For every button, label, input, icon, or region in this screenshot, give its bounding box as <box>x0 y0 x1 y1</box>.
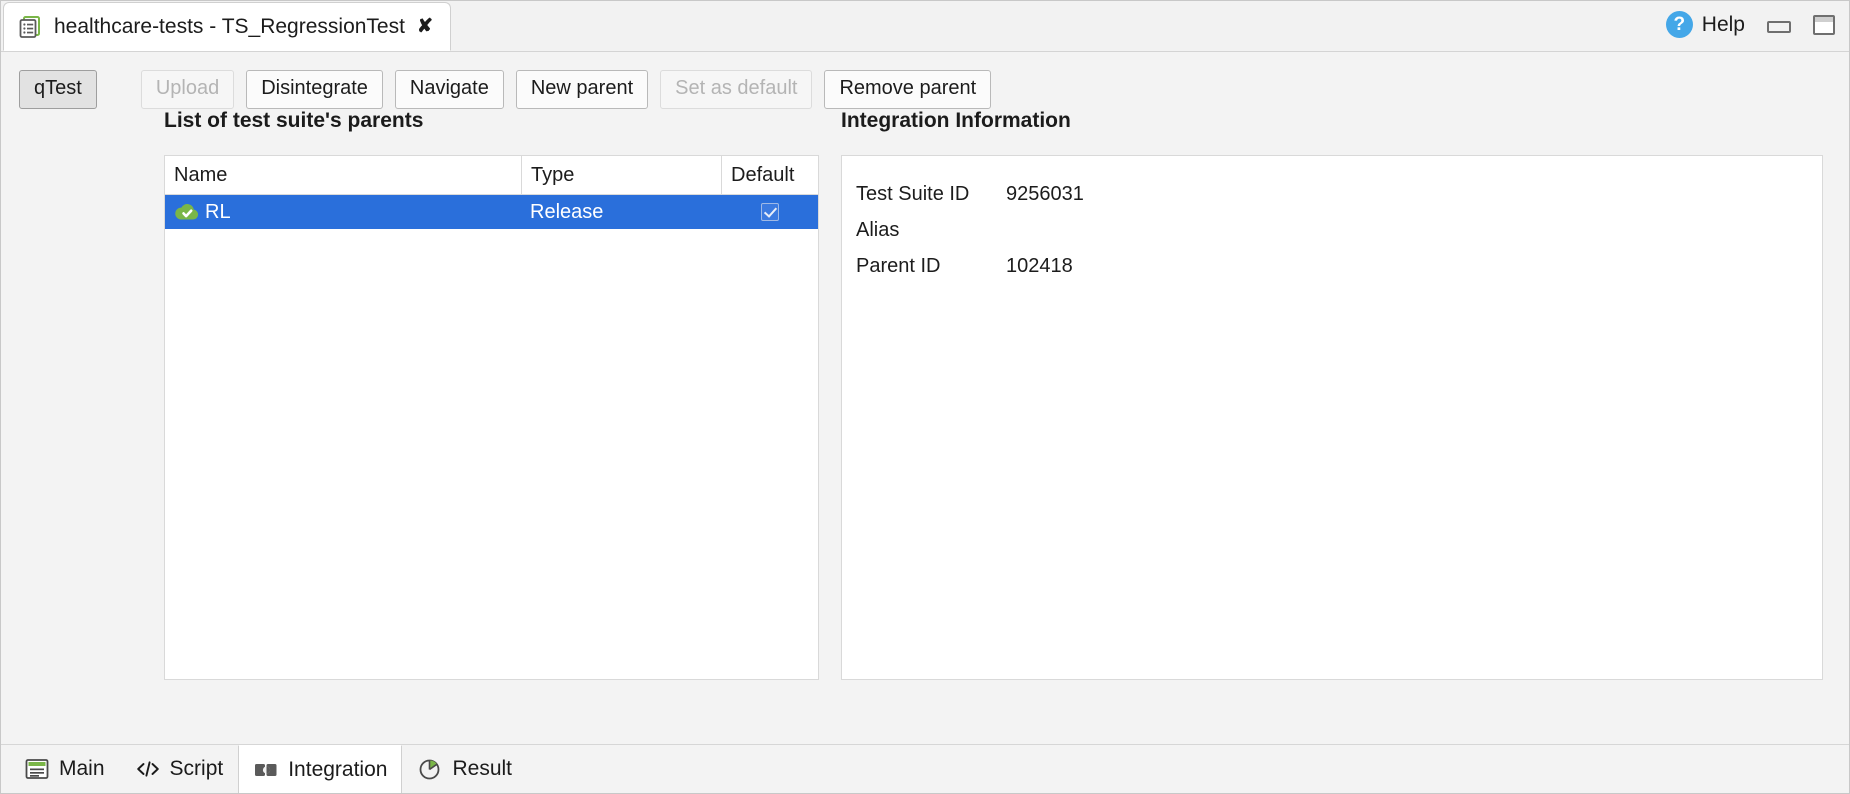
integration-info-panel: Test Suite ID 9256031 Alias Parent ID 10… <box>841 155 1823 680</box>
help-icon: ? <box>1666 11 1693 38</box>
document-tab-title: healthcare-tests - TS_RegressionTest <box>54 15 405 39</box>
remove-parent-button[interactable]: Remove parent <box>824 70 991 109</box>
cell-name-text: RL <box>205 201 231 224</box>
column-header-type[interactable]: Type <box>521 156 721 194</box>
maximize-icon <box>1813 15 1835 35</box>
cell-name: RL <box>165 195 521 229</box>
new-parent-button[interactable]: New parent <box>516 70 648 109</box>
info-label-alias: Alias <box>856 219 1006 242</box>
pie-chart-icon <box>417 757 443 781</box>
help-label: Help <box>1702 13 1745 37</box>
table-row[interactable]: RL Release <box>165 195 818 229</box>
window-controls: ? Help <box>1666 11 1835 38</box>
tab-script[interactable]: Script <box>120 745 239 793</box>
info-label-parent-id: Parent ID <box>856 255 1006 278</box>
info-value-parent-id: 102418 <box>1006 255 1073 278</box>
tab-main-label: Main <box>59 757 105 781</box>
bottom-tab-bar: Main Script Integration <box>1 744 1849 793</box>
minimize-button[interactable] <box>1767 17 1791 33</box>
tab-script-label: Script <box>170 757 224 781</box>
toolbar: qTest Upload Disintegrate Navigate New p… <box>1 52 1849 109</box>
title-bar: healthcare-tests - TS_RegressionTest ✘ ?… <box>1 1 1849 52</box>
tab-result-label: Result <box>452 757 512 781</box>
close-icon[interactable]: ✘ <box>417 17 432 36</box>
list-icon <box>24 757 50 781</box>
parents-section-title: List of test suite's parents <box>164 109 819 133</box>
puzzle-icon <box>253 758 279 782</box>
table-header-row: Name Type Default <box>165 156 818 195</box>
info-row-test-suite-id: Test Suite ID 9256031 <box>856 176 1822 212</box>
content-area: List of test suite's parents Name Type D… <box>1 109 1849 746</box>
test-suite-icon <box>18 15 42 39</box>
integration-section: Integration Information Test Suite ID 92… <box>841 109 1823 680</box>
parents-section: List of test suite's parents Name Type D… <box>164 109 819 680</box>
column-header-name[interactable]: Name <box>165 156 521 194</box>
parents-table: Name Type Default RL Release <box>164 155 819 680</box>
set-as-default-button: Set as default <box>660 70 812 109</box>
info-label-test-suite-id: Test Suite ID <box>856 183 1006 206</box>
column-header-default[interactable]: Default <box>721 156 818 194</box>
code-icon <box>135 757 161 781</box>
document-tab[interactable]: healthcare-tests - TS_RegressionTest ✘ <box>3 2 451 51</box>
tab-main[interactable]: Main <box>9 745 120 793</box>
disintegrate-button[interactable]: Disintegrate <box>246 70 383 109</box>
qtest-button[interactable]: qTest <box>19 70 97 109</box>
info-value-test-suite-id: 9256031 <box>1006 183 1084 206</box>
cell-default[interactable] <box>721 195 818 229</box>
info-row-parent-id: Parent ID 102418 <box>856 248 1822 284</box>
upload-button: Upload <box>141 70 234 109</box>
tab-result[interactable]: Result <box>402 745 527 793</box>
cloud-check-icon <box>174 202 200 222</box>
help-button[interactable]: ? Help <box>1666 11 1745 38</box>
tab-integration-label: Integration <box>288 758 387 782</box>
minimize-icon <box>1767 21 1791 33</box>
info-row-alias: Alias <box>856 212 1822 248</box>
application-window: healthcare-tests - TS_RegressionTest ✘ ?… <box>0 0 1850 794</box>
navigate-button[interactable]: Navigate <box>395 70 504 109</box>
maximize-button[interactable] <box>1813 15 1835 35</box>
default-checkbox[interactable] <box>761 203 779 221</box>
tab-integration[interactable]: Integration <box>238 745 402 793</box>
integration-section-title: Integration Information <box>841 109 1823 133</box>
cell-type: Release <box>521 195 721 229</box>
